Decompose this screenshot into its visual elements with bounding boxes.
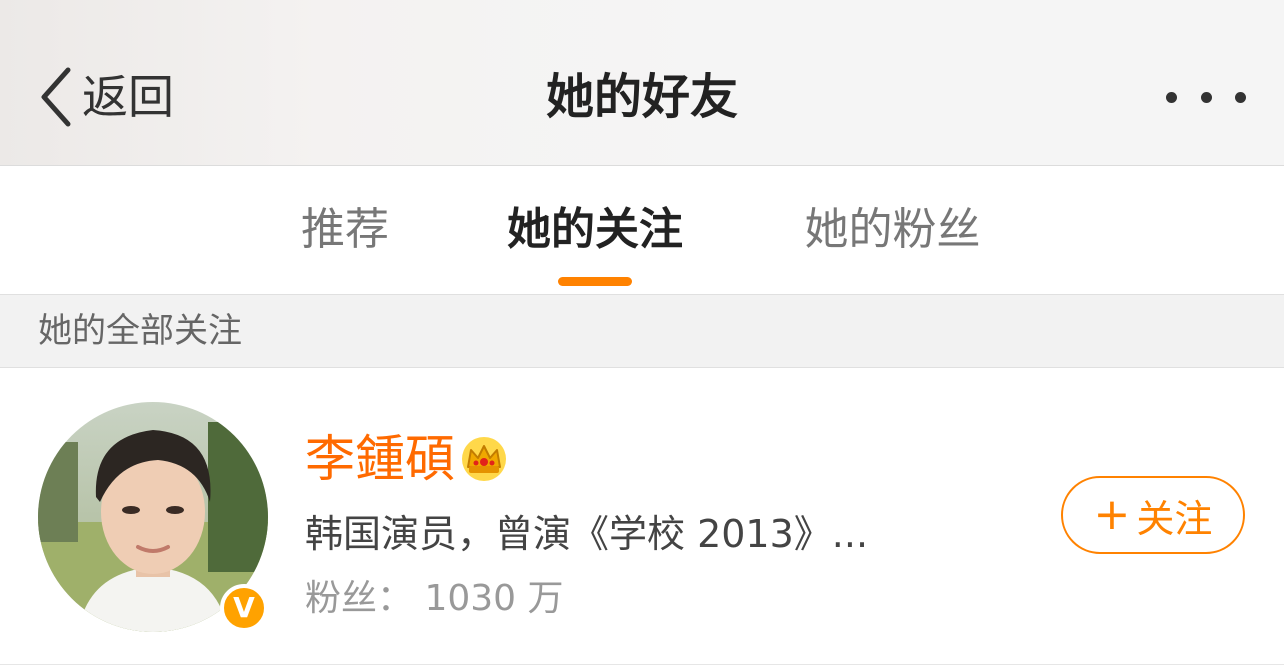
plus-icon: + bbox=[1093, 489, 1131, 540]
page-title: 她的好友 bbox=[545, 69, 738, 125]
more-dots-icon bbox=[1200, 91, 1212, 103]
more-dots-icon bbox=[1166, 91, 1177, 103]
verified-badge-icon: V bbox=[220, 584, 268, 632]
crown-icon bbox=[462, 437, 506, 481]
tab-bar: 推荐 她的关注 她的粉丝 bbox=[0, 166, 1284, 294]
more-button[interactable] bbox=[1166, 80, 1246, 114]
tab-her-fans[interactable]: 她的粉丝 bbox=[770, 166, 1015, 294]
section-header: 她的全部关注 bbox=[0, 294, 1284, 368]
user-description: 韩国演员，曾演《学校 2013》... bbox=[305, 512, 869, 556]
back-label: 返回 bbox=[82, 70, 174, 124]
follow-label: 关注 bbox=[1136, 496, 1213, 541]
user-fans-count: 粉丝： 1030 万 bbox=[305, 578, 564, 619]
more-dots-icon bbox=[1235, 91, 1246, 103]
list-item[interactable]: V 李鍾碩 韩国演员，曾演《学校 2013》... 粉丝： 1030 万 + 关… bbox=[0, 368, 1284, 665]
user-name-group: 李鍾碩 bbox=[305, 424, 509, 494]
chevron-left-icon bbox=[41, 67, 71, 127]
user-name[interactable]: 李鍾碩 bbox=[305, 424, 455, 494]
follow-button[interactable]: + 关注 bbox=[1061, 476, 1245, 554]
back-button[interactable]: 返回 bbox=[36, 62, 174, 132]
tab-recommended[interactable]: 推荐 bbox=[270, 166, 420, 294]
active-tab-indicator bbox=[558, 277, 632, 286]
navigation-bar: 返回 她的好友 bbox=[0, 0, 1284, 166]
tab-her-following[interactable]: 她的关注 bbox=[480, 166, 710, 294]
